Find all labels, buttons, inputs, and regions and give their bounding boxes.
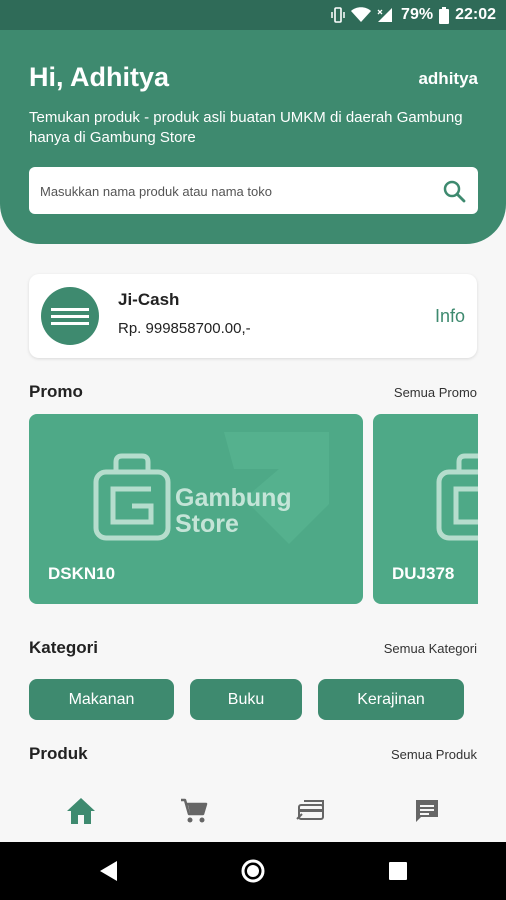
username[interactable]: adhitya — [418, 69, 478, 89]
system-nav-bar — [0, 842, 506, 900]
promo-title: Promo — [29, 382, 83, 401]
produk-see-all-link[interactable]: Semua Produk — [391, 747, 477, 762]
chat-icon — [416, 800, 438, 822]
system-nav-icons — [100, 859, 407, 883]
recents-icon — [389, 862, 407, 880]
status-icons: 79% 22:02 — [331, 0, 496, 30]
category-chip-makanan[interactable]: Makanan — [29, 679, 174, 720]
search-input[interactable] — [38, 167, 432, 216]
kategori-title: Kategori — [29, 638, 98, 657]
promo-see-all-link[interactable]: Semua Promo — [394, 385, 477, 400]
back-icon — [100, 861, 117, 881]
promo-code: DUJ378 — [392, 564, 455, 583]
signal-icon — [377, 7, 395, 23]
wallet-balance: Rp. 999858700.00,- — [118, 320, 251, 337]
battery-icon — [439, 6, 450, 24]
battery-level: 79% — [401, 6, 434, 23]
payment-icon — [296, 800, 324, 820]
promo-brand: Gambung — [175, 484, 292, 512]
vibrate-icon — [331, 7, 345, 23]
promo-card[interactable]: DUJ378 — [373, 414, 478, 604]
promo-card[interactable]: Gambung Store DSKN10 — [29, 414, 363, 604]
nav-home[interactable] — [51, 780, 111, 842]
header-subtitle: Temukan produk - produk asli buatan UMKM… — [29, 109, 463, 146]
search-bar[interactable] — [29, 167, 478, 216]
home-icon — [67, 798, 95, 824]
header: Hi, Adhitya adhitya Temukan produk - pro… — [0, 30, 506, 244]
wallet-icon — [51, 308, 89, 325]
nav-payment[interactable] — [281, 780, 341, 842]
wallet-name: Ji-Cash — [118, 290, 180, 309]
wallet-info-link[interactable]: Info — [435, 306, 465, 327]
promo-brand-sub: Store — [175, 510, 239, 538]
wifi-icon — [351, 7, 372, 23]
status-bar: 79% 22:02 — [0, 0, 506, 30]
nav-chat[interactable] — [397, 780, 457, 842]
wallet-card[interactable]: Ji-Cash Rp. 999858700.00,- Info — [29, 274, 477, 358]
nav-cart[interactable] — [164, 780, 224, 842]
produk-title: Produk — [29, 744, 88, 763]
greeting: Hi, Adhitya — [29, 62, 170, 92]
kategori-see-all-link[interactable]: Semua Kategori — [384, 641, 477, 656]
category-chip-buku[interactable]: Buku — [190, 679, 302, 720]
category-chip-kerajinan[interactable]: Kerajinan — [318, 679, 464, 720]
bottom-nav — [0, 780, 506, 842]
search-icon[interactable] — [442, 179, 466, 208]
clock: 22:02 — [455, 6, 496, 23]
wallet-logo — [41, 287, 99, 345]
promo-code: DSKN10 — [48, 564, 116, 583]
cart-icon — [181, 798, 208, 823]
